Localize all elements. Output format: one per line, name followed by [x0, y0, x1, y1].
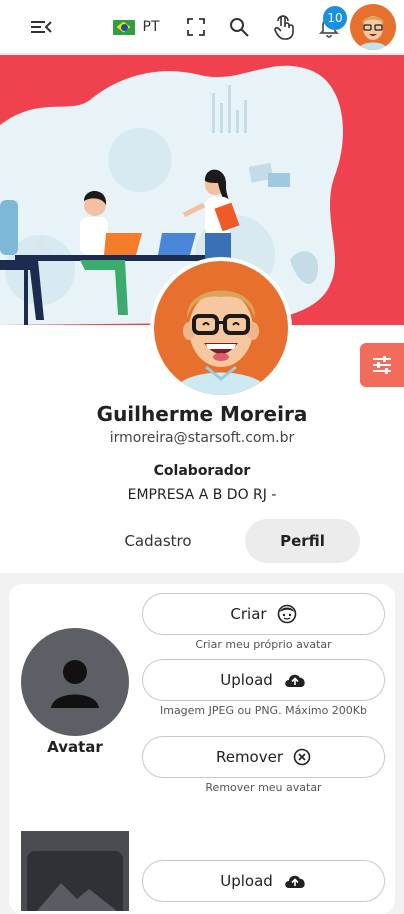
touch-pointer-icon[interactable]	[271, 0, 297, 54]
avatar-placeholder	[21, 628, 129, 736]
upload-cover-label: Upload	[220, 872, 273, 890]
user-name: Guilherme Moreira	[96, 402, 308, 426]
close-circle-icon	[293, 748, 311, 766]
upload-avatar-label: Upload	[220, 671, 273, 689]
upload-avatar-hint: Imagem JPEG ou PNG. Máximo 200Kb	[159, 704, 368, 717]
language-selector[interactable]: PT	[108, 0, 164, 54]
create-avatar-label: Criar	[230, 605, 267, 623]
fullscreen-icon[interactable]	[184, 0, 208, 54]
cloud-upload-icon	[285, 674, 305, 687]
sliders-icon	[373, 356, 391, 374]
image-icon	[37, 883, 117, 911]
upload-cover-button[interactable]: Upload	[142, 860, 385, 902]
search-icon[interactable]	[227, 0, 251, 54]
user-silhouette-icon	[51, 660, 99, 708]
profile-avatar[interactable]	[150, 257, 292, 399]
user-role: Colaborador	[153, 463, 251, 479]
language-code: PT	[142, 19, 160, 35]
tab-cadastro[interactable]: Cadastro	[98, 519, 218, 563]
remove-avatar-hint: Remover meu avatar	[205, 781, 322, 794]
face-icon	[277, 604, 296, 624]
settings-sliders-button[interactable]	[360, 343, 404, 387]
brazil-flag-icon	[112, 19, 135, 35]
cover-image-placeholder	[21, 831, 129, 911]
menu-collapse-icon[interactable]	[26, 0, 56, 54]
remove-avatar-button[interactable]: Remover	[142, 736, 385, 778]
notification-badge: 10	[323, 6, 347, 30]
create-avatar-button[interactable]: Criar	[142, 593, 385, 635]
avatar-label: Avatar	[47, 738, 103, 756]
top-bar: PT 10	[0, 0, 404, 54]
remove-avatar-label: Remover	[215, 748, 284, 766]
upload-avatar-button[interactable]: Upload	[142, 659, 385, 701]
user-company: EMPRESA A B DO RJ -	[127, 487, 277, 503]
cloud-upload-icon	[285, 875, 305, 888]
create-avatar-hint: Criar meu próprio avatar	[195, 638, 332, 651]
tab-perfil[interactable]: Perfil	[245, 519, 360, 563]
user-avatar-small[interactable]	[350, 4, 396, 50]
user-email: irmoreira@starsoft.com.br	[109, 430, 295, 446]
